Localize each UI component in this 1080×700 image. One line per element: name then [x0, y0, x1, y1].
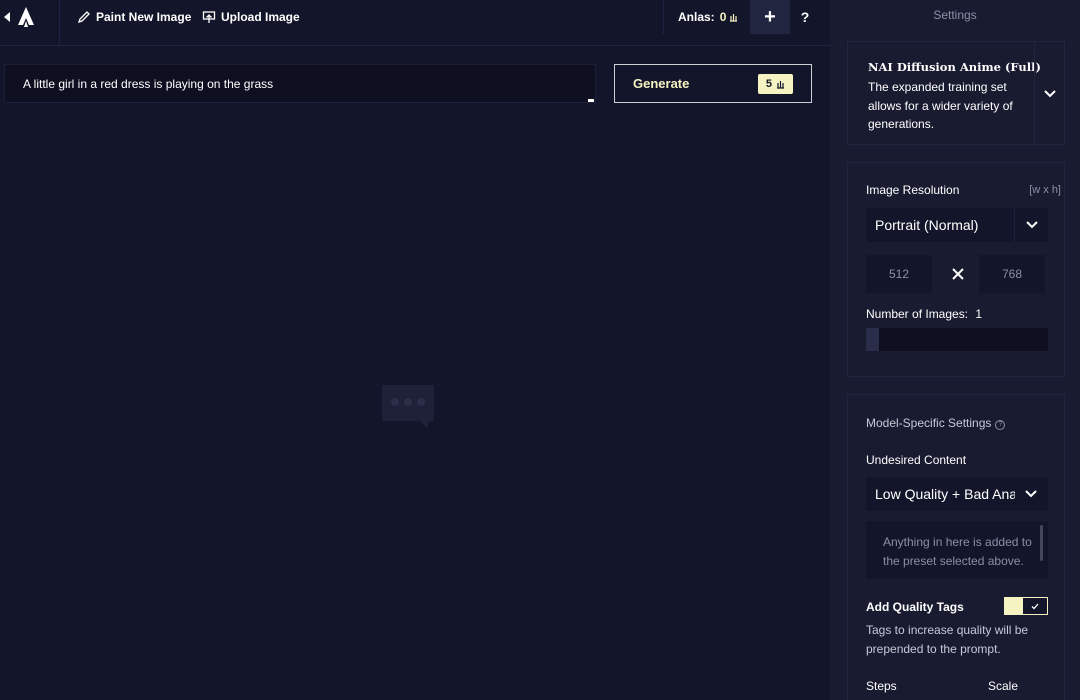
- top-toolbar: Paint New Image Upload Image Anlas: 0 + …: [0, 0, 830, 46]
- model-settings-panel: Model-Specific Settings? Undesired Conte…: [847, 394, 1065, 700]
- generate-button[interactable]: Generate 5: [614, 64, 812, 103]
- chat-bubble-icon: [382, 385, 434, 429]
- scrollbar[interactable]: [1040, 525, 1043, 561]
- quality-tags-toggle[interactable]: [1004, 597, 1048, 615]
- anlas-amount: 0: [719, 10, 727, 24]
- model-description: The expanded training set allows for a w…: [868, 80, 1013, 131]
- quality-tags-label: Add Quality Tags: [866, 600, 964, 614]
- paint-new-image-button[interactable]: Paint New Image: [77, 8, 191, 26]
- upload-image-label: Upload Image: [221, 10, 300, 24]
- quality-tags-description: Tags to increase quality will be prepend…: [866, 623, 1029, 656]
- steps-label: Steps: [866, 679, 897, 693]
- multiply-icon: [948, 264, 968, 284]
- resize-handle[interactable]: [588, 99, 594, 102]
- model-selector[interactable]: NAI Diffusion Anime (Full) The expanded …: [847, 41, 1065, 146]
- undesired-preset-select[interactable]: Low Quality + Bad Anatomy: [866, 477, 1048, 511]
- scale-label: Scale: [988, 679, 1019, 693]
- purchase-anlas-button[interactable]: +: [750, 0, 790, 34]
- width-input[interactable]: 512: [866, 255, 932, 293]
- resolution-panel: Image Resolution [w x h] Portrait (Norma…: [847, 162, 1065, 377]
- settings-sidebar: Settings NAI Diffusion Anime (Full) The …: [830, 0, 1080, 700]
- upload-icon: [202, 11, 216, 23]
- generate-label: Generate: [633, 76, 690, 91]
- resolution-preset-value: Portrait (Normal): [875, 217, 979, 233]
- anlas-icon: [730, 13, 738, 22]
- number-of-images-text: Number of Images:: [866, 307, 969, 321]
- prompt-text: A little girl in a red dress is playing …: [23, 76, 274, 91]
- generate-cost: 5: [765, 78, 772, 90]
- undesired-content-input[interactable]: Anything in here is added to the preset …: [866, 521, 1048, 579]
- help-circle-icon[interactable]: ?: [995, 420, 1006, 430]
- model-settings-title: Model-Specific Settings?: [866, 416, 1006, 430]
- chevron-down-icon: [1014, 208, 1048, 242]
- paint-new-image-label: Paint New Image: [96, 10, 192, 24]
- slider-thumb[interactable]: [866, 328, 879, 351]
- height-input[interactable]: 768: [979, 255, 1045, 293]
- anlas-value: 0: [720, 10, 739, 24]
- resolution-hint: [w x h]: [1029, 184, 1061, 196]
- anlas-icon: [777, 80, 784, 89]
- toggle-fill: [1005, 598, 1023, 614]
- checkmark-icon: [1024, 600, 1046, 612]
- number-of-images-slider[interactable]: [866, 328, 1048, 351]
- undesired-preset-value: Low Quality + Bad Anatomy: [875, 486, 1015, 502]
- sidebar-title: Settings: [933, 8, 977, 22]
- resolution-preset-select[interactable]: Portrait (Normal): [866, 208, 1048, 242]
- chevron-down-icon: [1014, 477, 1048, 511]
- model-name: NAI Diffusion Anime (Full): [868, 60, 1041, 74]
- novelai-logo-icon: [18, 7, 34, 27]
- anlas-balance[interactable]: Anlas: 0: [663, 0, 750, 34]
- number-of-images-value: 1: [975, 307, 983, 321]
- collapse-arrow-icon[interactable]: [4, 12, 10, 22]
- prompt-input[interactable]: A little girl in a red dress is playing …: [4, 64, 596, 103]
- model-dropdown-toggle[interactable]: [1034, 42, 1064, 146]
- resolution-label: Image Resolution: [866, 183, 960, 197]
- generate-cost-badge: 5: [757, 74, 793, 94]
- undesired-placeholder: Anything in here is added to the preset …: [883, 535, 1032, 568]
- pencil-icon: [77, 11, 90, 24]
- model-settings-title-text: Model-Specific Settings: [866, 416, 992, 430]
- undesired-content-label: Undesired Content: [866, 453, 967, 467]
- anlas-label: Anlas:: [678, 10, 715, 24]
- chevron-down-icon: [1043, 90, 1056, 98]
- upload-image-button[interactable]: Upload Image: [202, 8, 300, 26]
- number-of-images-label: Number of Images: 1: [866, 307, 982, 321]
- help-button[interactable]: ?: [790, 0, 820, 34]
- logo-group[interactable]: [0, 0, 60, 46]
